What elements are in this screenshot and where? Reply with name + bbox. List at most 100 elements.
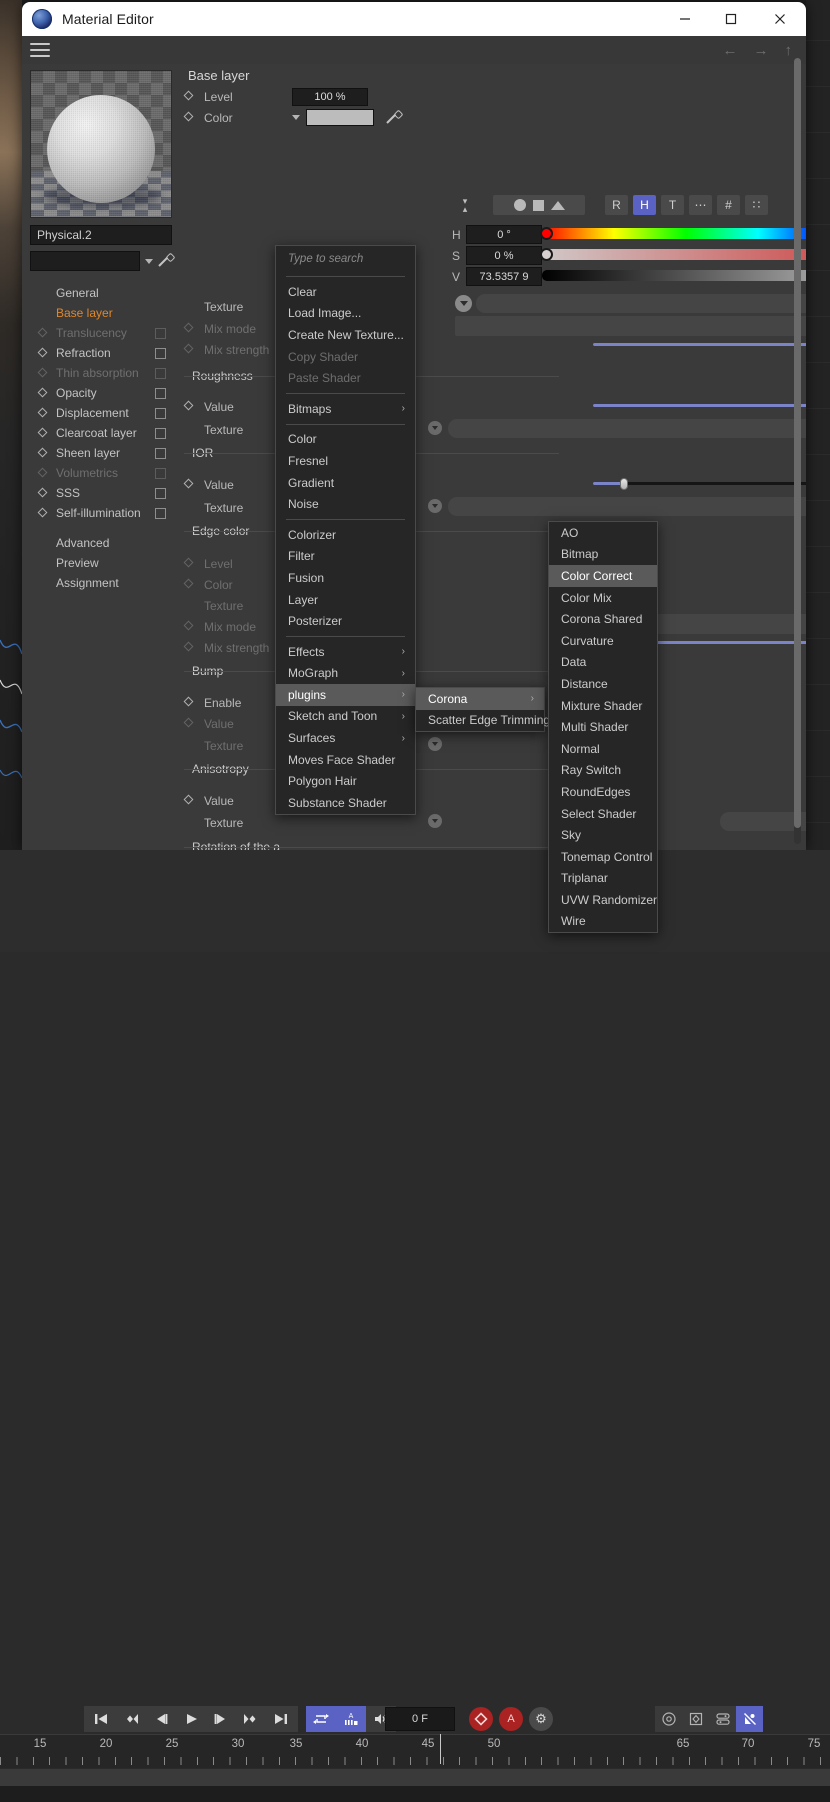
animate-diamond-icon[interactable] xyxy=(183,717,195,729)
color-mode-button-2[interactable]: T xyxy=(661,195,684,215)
animate-diamond-icon[interactable] xyxy=(183,343,195,355)
scale-key-icon[interactable] xyxy=(682,1706,709,1732)
vertical-scrollbar[interactable] xyxy=(794,58,801,844)
animate-diamond-icon[interactable] xyxy=(183,322,195,334)
sidebar-item-checkbox[interactable] xyxy=(155,327,166,339)
menu-item-effects[interactable]: Effects › xyxy=(276,641,415,663)
prev-frame-icon[interactable] xyxy=(146,1706,176,1732)
menu-item-curvature[interactable]: Curvature xyxy=(549,630,657,652)
animate-diamond-icon[interactable] xyxy=(37,347,49,359)
color-swatch[interactable] xyxy=(306,109,374,126)
play-icon[interactable] xyxy=(176,1706,206,1732)
autokeying-icon[interactable]: A xyxy=(499,1707,523,1731)
sidebar-item-translucency[interactable]: Translucency xyxy=(30,323,172,343)
hsv-value-field-h[interactable]: 0 ° xyxy=(466,225,542,244)
menu-item-polygon-hair[interactable]: Polygon Hair xyxy=(276,770,415,792)
menu-item-surfaces[interactable]: Surfaces › xyxy=(276,727,415,749)
up-arrow-icon[interactable]: ↑ xyxy=(785,42,793,59)
menu-item-normal[interactable]: Normal xyxy=(549,738,657,760)
menu-item-color[interactable]: Color xyxy=(276,429,415,451)
sidebar-item-checkbox[interactable] xyxy=(155,487,166,499)
sidebar-item-checkbox[interactable] xyxy=(155,447,166,459)
eyedropper-icon[interactable] xyxy=(158,254,172,268)
autokey-icon[interactable]: A xyxy=(336,1706,366,1732)
color-mode-button-5[interactable]: ∷ xyxy=(745,195,768,215)
menu-item-layer[interactable]: Layer xyxy=(276,589,415,611)
menu-item-sketch-and-toon[interactable]: Sketch and Toon › xyxy=(276,706,415,728)
sidebar-item-refraction[interactable]: Refraction xyxy=(30,343,172,363)
sidebar-item-preview[interactable]: Preview xyxy=(30,553,172,573)
animate-diamond-icon[interactable] xyxy=(37,407,49,419)
close-button[interactable] xyxy=(754,2,806,36)
sidebar-item-checkbox[interactable] xyxy=(155,407,166,419)
chevron-down-icon[interactable] xyxy=(145,258,153,264)
mix-strength-slider-base[interactable] xyxy=(593,343,806,346)
animate-diamond-icon[interactable] xyxy=(183,641,195,653)
maximize-button[interactable] xyxy=(708,2,754,36)
go-to-start-icon[interactable] xyxy=(86,1706,116,1732)
hsv-knob-s[interactable] xyxy=(540,248,553,261)
hamburger-menu-icon[interactable] xyxy=(30,43,50,57)
sidebar-item-sheen-layer[interactable]: Sheen layer xyxy=(30,443,172,463)
animate-diamond-icon[interactable] xyxy=(183,111,195,123)
menu-item-ray-switch[interactable]: Ray Switch xyxy=(549,760,657,782)
menu-item-distance[interactable]: Distance xyxy=(549,673,657,695)
menu-item-scatter-edge-trimming[interactable]: Scatter Edge Trimming xyxy=(416,710,550,732)
gear-icon[interactable]: ⚙ xyxy=(529,1707,553,1731)
animate-diamond-icon[interactable] xyxy=(183,620,195,632)
texture-dropdown-button[interactable] xyxy=(428,499,442,513)
menu-item-moves-face-shader[interactable]: Moves Face Shader xyxy=(276,749,415,771)
record-keyframe-icon[interactable] xyxy=(469,1707,493,1731)
sidebar-item-checkbox[interactable] xyxy=(155,347,166,359)
sidebar-item-general[interactable]: General xyxy=(30,283,172,303)
minimize-button[interactable] xyxy=(662,2,708,36)
mix-mode-combo-base[interactable] xyxy=(455,316,806,336)
mountain-swatch-icon[interactable] xyxy=(550,200,565,210)
timeline-track-area[interactable] xyxy=(0,1768,830,1786)
menu-item-create-new-texture[interactable]: Create New Texture... xyxy=(276,324,415,346)
level-value-field[interactable]: 100 % xyxy=(292,87,368,106)
playhead-indicator[interactable] xyxy=(440,1734,441,1764)
menu-item-color-correct[interactable]: Color Correct xyxy=(549,565,657,587)
sidebar-item-self-illumination[interactable]: Self-illumination xyxy=(30,503,172,523)
param-key-icon[interactable] xyxy=(709,1706,736,1732)
menu-item-corona[interactable]: Corona › xyxy=(416,688,544,710)
animate-diamond-icon[interactable] xyxy=(37,427,49,439)
sidebar-item-advanced[interactable]: Advanced xyxy=(30,533,172,553)
menu-item-data[interactable]: Data xyxy=(549,652,657,674)
sidebar-item-opacity[interactable]: Opacity xyxy=(30,383,172,403)
sidebar-item-checkbox[interactable] xyxy=(155,427,166,439)
hsv-slider-s[interactable] xyxy=(542,249,806,260)
next-frame-icon[interactable] xyxy=(206,1706,236,1732)
menu-item-fusion[interactable]: Fusion xyxy=(276,567,415,589)
sidebar-item-checkbox[interactable] xyxy=(155,507,166,519)
hsv-knob-h[interactable] xyxy=(540,227,553,240)
menu-item-corona-shared[interactable]: Corona Shared xyxy=(549,608,657,630)
roughness-slider[interactable] xyxy=(593,404,806,407)
ior-texture-field[interactable] xyxy=(448,497,806,516)
texture-dropdown-button[interactable] xyxy=(455,295,472,312)
animate-diamond-icon[interactable] xyxy=(37,327,49,339)
menu-item-mixture-shader[interactable]: Mixture Shader xyxy=(549,695,657,717)
color-mode-button-3[interactable]: ⋯ xyxy=(689,195,712,215)
chevron-down-icon[interactable] xyxy=(292,115,300,120)
hsv-slider-h[interactable] xyxy=(542,228,806,239)
animate-diamond-icon[interactable] xyxy=(183,696,195,708)
menu-item-plugins[interactable]: plugins › xyxy=(276,684,415,706)
sidebar-item-thin-absorption[interactable]: Thin absorption xyxy=(30,363,172,383)
menu-item-gradient[interactable]: Gradient xyxy=(276,472,415,494)
back-arrow-icon[interactable]: ← xyxy=(723,42,738,59)
hsv-value-field-s[interactable]: 0 % xyxy=(466,246,542,265)
animate-diamond-icon[interactable] xyxy=(37,387,49,399)
next-key-icon[interactable] xyxy=(236,1706,266,1732)
menu-item-ao[interactable]: AO xyxy=(549,522,657,544)
roughness-texture-field[interactable] xyxy=(448,419,806,438)
animate-diamond-icon[interactable] xyxy=(37,447,49,459)
menu-item-triplanar[interactable]: Triplanar xyxy=(549,868,657,890)
sidebar-item-checkbox[interactable] xyxy=(155,367,166,379)
expand-collapse-icon[interactable]: ▾ ▴ xyxy=(457,195,473,215)
animate-diamond-icon[interactable] xyxy=(183,557,195,569)
forward-arrow-icon[interactable]: → xyxy=(754,42,769,59)
animate-diamond-icon[interactable] xyxy=(37,367,49,379)
menu-item-uvw-randomizer[interactable]: UVW Randomizer xyxy=(549,889,657,911)
